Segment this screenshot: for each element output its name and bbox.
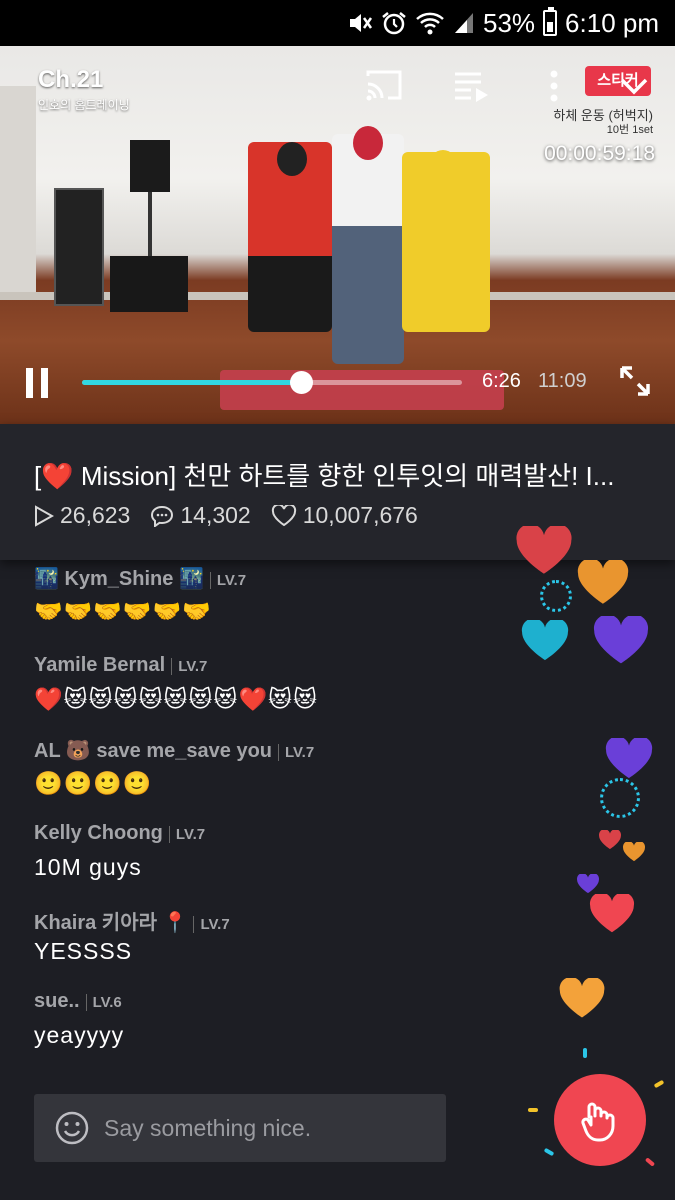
sparkle-ring: [540, 580, 572, 612]
user-level: LV.7: [168, 826, 206, 843]
user-level: LV.7: [209, 572, 247, 589]
status-bar: 53% 6:10 pm: [0, 0, 675, 46]
floating-heart-icon: [577, 560, 629, 604]
wifi-icon: [416, 12, 444, 35]
chat-input-bar[interactable]: [34, 1094, 446, 1162]
floating-heart-icon: [605, 738, 653, 779]
emoji-icon[interactable]: [54, 1110, 90, 1146]
chat-text: 🙂🙂🙂🙂: [34, 770, 153, 796]
floating-heart-icon: [577, 874, 599, 894]
comment-icon: [151, 505, 174, 527]
chat-message: AL 🐻 save me_save you LV.7 🙂🙂🙂🙂: [34, 730, 514, 814]
user-level: LV.7: [278, 744, 315, 761]
alarm-icon: [382, 12, 406, 35]
fullscreen-icon[interactable]: [618, 364, 652, 398]
chat-text: 10M guys: [34, 854, 142, 880]
seek-progress: [82, 380, 302, 385]
battery-percent: 53%: [483, 7, 536, 38]
current-time: 6:26: [482, 370, 521, 392]
user-level: LV.7: [171, 658, 208, 675]
chat-message: sue.. LV.6 yeayyyy: [34, 982, 514, 1066]
channel-logo: Ch.21: [38, 66, 104, 93]
signal-icon: [455, 13, 473, 33]
play-icon: [35, 504, 54, 527]
workout-timer: 00:00:59:18: [544, 142, 655, 165]
mute-icon: [350, 14, 373, 32]
chat-username[interactable]: AL 🐻 save me_save you LV.7: [34, 738, 315, 763]
chat-text: YESSSS: [34, 938, 133, 964]
video-stats: 26,623 14,302 10,007,676: [34, 502, 438, 529]
heart-count: 10,007,676: [271, 502, 418, 529]
sparkle-ring: [600, 778, 640, 818]
floating-heart-icon: [593, 616, 649, 664]
chat-username[interactable]: sue.. LV.6: [34, 990, 122, 1013]
chat-text: ❤️😻😻😻😻😻😻😻❤️😻😻: [34, 686, 319, 712]
chevron-down-icon[interactable]: [614, 66, 654, 106]
chat-text: 🤝🤝🤝🤝🤝🤝: [34, 598, 212, 624]
hand-icon: [581, 1102, 615, 1142]
user-level: LV.7: [193, 916, 230, 933]
playlist-icon[interactable]: [452, 66, 492, 106]
floating-heart-icon: [516, 526, 572, 574]
pause-button[interactable]: [26, 368, 52, 398]
total-time: 11:09: [538, 370, 587, 392]
chat-username[interactable]: Khaira 키아라 📍 LV.7: [34, 906, 230, 935]
video-scene: [0, 86, 36, 296]
seek-bar[interactable]: [82, 371, 462, 394]
comment-count: 14,302: [150, 502, 251, 529]
chat-message: 🌃 Kym_Shine 🌃 LV.7 🤝🤝🤝🤝🤝🤝: [34, 562, 514, 646]
exercise-sets: 10번 1set: [606, 124, 653, 136]
exercise-caption: 하체 운동 (허벅지) 10번 1set: [553, 108, 653, 138]
floating-heart-icon: [559, 978, 605, 1018]
video-player[interactable]: Ch.21 인호의 홈트레이닝 스티커 하체 운동 (허벅지) 10번 1set…: [0, 46, 675, 424]
video-title[interactable]: [❤️ Mission] 천만 하트를 향한 인투잇의 매력발산! I...: [34, 456, 644, 493]
chat-message: Khaira 키아라 📍 LV.7 YESSSS: [34, 898, 514, 982]
cast-icon[interactable]: [364, 66, 404, 106]
chat-username[interactable]: Yamile Bernal LV.7: [34, 654, 208, 677]
chat-input[interactable]: [104, 1108, 424, 1148]
more-icon[interactable]: [534, 66, 574, 106]
floating-heart-icon: [589, 894, 635, 933]
chat-message: Yamile Bernal LV.7 ❤️😻😻😻😻😻😻😻❤️😻😻: [34, 646, 514, 730]
battery-icon: [543, 7, 558, 36]
floating-heart-icon: [521, 620, 569, 661]
chat-text: yeayyyy: [34, 1022, 125, 1048]
heart-icon: [271, 504, 296, 526]
clock: 6:10 pm: [565, 7, 659, 38]
floating-heart-icon: [623, 842, 645, 862]
floating-heart-icon: [599, 830, 621, 850]
chat-username[interactable]: Kelly Choong LV.7: [34, 822, 206, 845]
channel-subtitle: 인호의 홈트레이닝: [38, 98, 130, 112]
heart-send-button[interactable]: [554, 1074, 646, 1166]
chat-message: Kelly Choong LV.7 10M guys: [34, 814, 514, 898]
pause-icon: [26, 368, 33, 398]
play-count: 26,623: [34, 502, 130, 529]
chat-list: 🌃 Kym_Shine 🌃 LV.7 🤝🤝🤝🤝🤝🤝 Yamile Bernal LV…: [34, 562, 514, 1066]
exercise-name: 하체 운동 (허벅지): [553, 108, 653, 123]
chat-username[interactable]: 🌃 Kym_Shine 🌃 LV.7: [34, 566, 247, 591]
user-level: LV.6: [85, 994, 122, 1011]
